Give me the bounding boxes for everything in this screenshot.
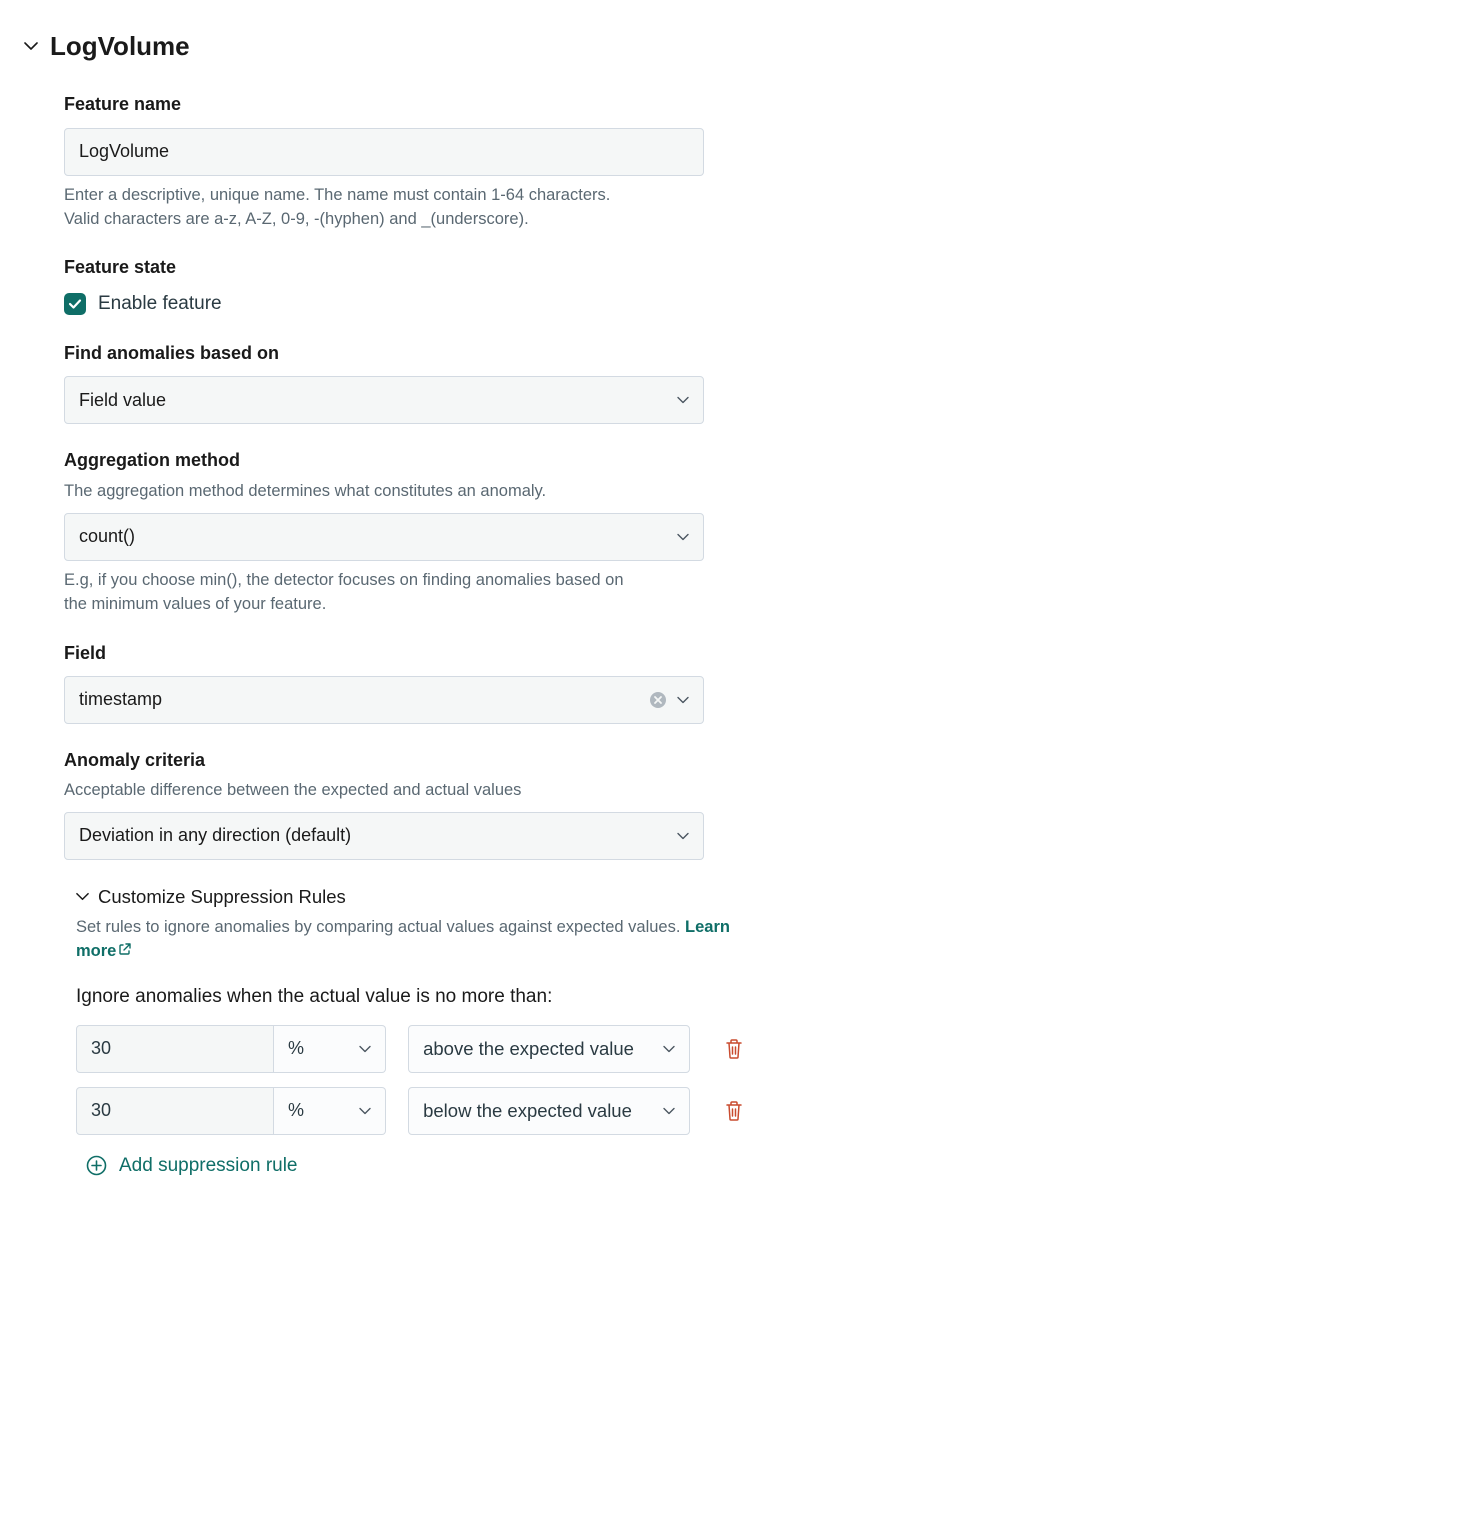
criteria-label: Anomaly criteria [64,748,744,773]
suppression-desc: Set rules to ignore anomalies by compari… [76,916,744,964]
chevron-down-icon [677,531,689,543]
rule-unit-select[interactable]: % [274,1025,386,1073]
delete-rule-button[interactable] [724,1038,744,1060]
suppression-rule-row: % below the expected value [76,1087,744,1135]
trash-icon [724,1100,744,1122]
anomalies-based-on-group: Find anomalies based on Field value [64,341,744,424]
field-value: timestamp [79,687,162,712]
section-header[interactable]: LogVolume [24,28,1458,64]
chevron-down-icon [359,1105,371,1117]
rule-value-field[interactable] [91,1100,259,1121]
delete-rule-button[interactable] [724,1100,744,1122]
clear-icon[interactable] [649,691,667,709]
plus-circle-icon [86,1155,107,1176]
feature-name-label: Feature name [64,92,744,117]
chevron-down-icon [677,394,689,406]
suppression-header[interactable]: Customize Suppression Rules [76,884,744,910]
section-title: LogVolume [50,28,190,64]
anomalies-based-on-select[interactable]: Field value [64,376,704,424]
field-select[interactable]: timestamp [64,676,704,724]
chevron-down-icon [76,890,90,904]
rule-value-input[interactable] [76,1025,274,1073]
aggregation-group: Aggregation method The aggregation metho… [64,448,744,616]
aggregation-label: Aggregation method [64,448,744,473]
add-suppression-rule-button[interactable]: Add suppression rule [76,1153,744,1180]
feature-name-group: Feature name Enter a descriptive, unique… [64,92,744,231]
aggregation-select[interactable]: count() [64,513,704,561]
enable-feature-checkbox[interactable] [64,293,86,315]
rule-direction-value: above the expected value [423,1036,634,1062]
criteria-sublabel: Acceptable difference between the expect… [64,779,744,802]
chevron-down-icon [677,694,689,706]
suppression-rule-row: % above the expected value [76,1025,744,1073]
aggregation-value: count() [79,524,135,549]
rule-direction-value: below the expected value [423,1098,632,1124]
criteria-value: Deviation in any direction (default) [79,823,351,848]
rule-unit-value: % [288,1098,304,1123]
rule-direction-select[interactable]: above the expected value [408,1025,690,1073]
rule-value-input[interactable] [76,1087,274,1135]
suppression-title: Customize Suppression Rules [98,884,346,910]
external-link-icon [118,940,132,964]
add-rule-label: Add suppression rule [119,1153,298,1180]
rule-value-field[interactable] [91,1038,259,1059]
chevron-down-icon [677,830,689,842]
aggregation-help: E.g, if you choose min(), the detector f… [64,569,624,617]
rules-label: Ignore anomalies when the actual value i… [76,984,744,1011]
field-group: Field timestamp [64,641,744,724]
criteria-select[interactable]: Deviation in any direction (default) [64,812,704,860]
aggregation-sublabel: The aggregation method determines what c… [64,480,744,503]
feature-name-input[interactable] [64,128,704,176]
criteria-group: Anomaly criteria Acceptable difference b… [64,748,744,860]
rule-unit-select[interactable]: % [274,1087,386,1135]
feature-name-help: Enter a descriptive, unique name. The na… [64,184,624,232]
feature-name-field[interactable] [79,141,689,162]
rule-unit-value: % [288,1036,304,1061]
chevron-down-icon [663,1105,675,1117]
enable-feature-label: Enable feature [98,291,222,318]
field-label: Field [64,641,744,666]
chevron-down-icon [359,1043,371,1055]
feature-state-label: Feature state [64,255,744,280]
rule-direction-select[interactable]: below the expected value [408,1087,690,1135]
chevron-down-icon [663,1043,675,1055]
anomalies-based-on-label: Find anomalies based on [64,341,744,366]
feature-state-group: Feature state Enable feature [64,255,744,317]
anomalies-based-on-value: Field value [79,388,166,413]
chevron-down-icon [24,39,38,53]
trash-icon [724,1038,744,1060]
